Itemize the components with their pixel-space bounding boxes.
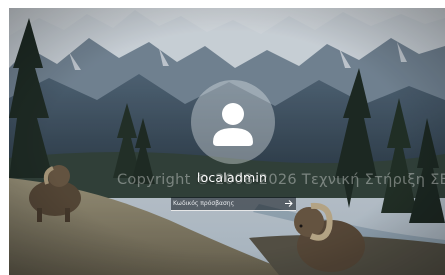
password-field-container bbox=[171, 197, 296, 211]
arrow-right-icon[interactable] bbox=[282, 197, 296, 210]
password-input[interactable] bbox=[173, 197, 281, 210]
user-silhouette-icon bbox=[213, 103, 253, 146]
lock-screen: Copyright © 2008-2026 Τεχνική Στήριξη ΣΕ… bbox=[9, 8, 445, 275]
username-label: localadmin bbox=[196, 170, 268, 185]
user-avatar bbox=[191, 80, 275, 164]
